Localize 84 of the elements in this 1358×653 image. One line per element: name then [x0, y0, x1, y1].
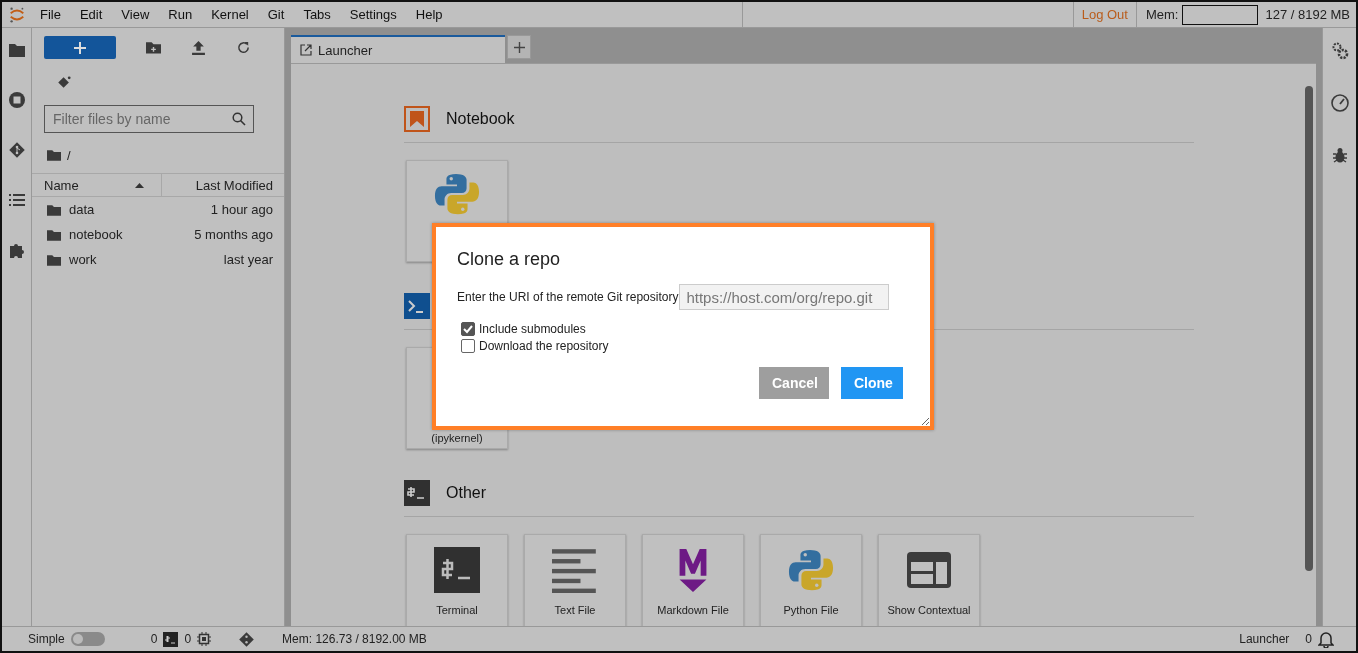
menu-item[interactable]: Run	[168, 7, 193, 22]
file-name[interactable]: notebook	[69, 227, 187, 242]
name-column-header[interactable]: Name	[32, 174, 162, 196]
notification-count: 0	[1305, 632, 1312, 646]
section-title: Notebook	[446, 110, 515, 128]
resize-grip-icon[interactable]	[921, 417, 929, 425]
launcher-card[interactable]: Text File	[524, 534, 626, 626]
launcher-card[interactable]: Terminal	[406, 534, 508, 626]
activity-label: Launcher	[1239, 632, 1290, 646]
terminal-count: 0	[184, 632, 192, 646]
menu-item[interactable]: Git	[267, 7, 285, 22]
scrollbar-thumb[interactable]	[1305, 86, 1313, 571]
dialog-title: Clone a repo	[457, 249, 562, 270]
modified-time: 5 months ago	[194, 227, 273, 242]
folder-icon	[47, 228, 61, 241]
launcher-card[interactable]: Python File	[760, 534, 862, 626]
memory-status: Mem: 126.73 / 8192.00 MB	[282, 632, 427, 646]
logo-icon	[8, 5, 26, 24]
launcher-card[interactable]: Markdown File	[642, 534, 744, 626]
folder-icon[interactable]	[8, 42, 25, 58]
uri-field[interactable]: https://host.com/org/repo.git	[679, 284, 890, 310]
add-tab-button[interactable]	[507, 35, 531, 59]
menu-item[interactable]: Tabs	[303, 7, 331, 22]
terminal-icon	[404, 480, 430, 506]
card-label: Markdown File	[657, 604, 729, 616]
simple-mode-toggle[interactable]	[70, 632, 105, 646]
card-label: Text File	[554, 604, 596, 616]
checkbox[interactable]	[461, 339, 475, 353]
menu-item[interactable]: View	[121, 7, 150, 22]
card-label: Terminal	[436, 604, 478, 616]
refresh-icon[interactable]	[236, 40, 251, 55]
modified-time: 1 hour ago	[210, 202, 273, 217]
plus-icon	[513, 41, 525, 53]
menu-item[interactable]: Edit	[79, 7, 103, 22]
menu-item[interactable]: File	[40, 7, 61, 22]
bookmark-icon	[404, 106, 430, 132]
memory-value: 127 / 8192 MB	[1265, 7, 1350, 22]
folder-icon	[47, 203, 61, 216]
sort-caret-icon	[135, 182, 144, 188]
git-clone-icon[interactable]	[57, 75, 72, 90]
modified-time: last year	[223, 252, 273, 267]
menu-item[interactable]: Kernel	[211, 7, 249, 22]
terminal-icon	[163, 631, 179, 647]
launcher-tab[interactable]: Launcher	[291, 35, 505, 63]
upload-icon[interactable]	[191, 40, 206, 55]
checkbox[interactable]	[461, 322, 475, 336]
checkbox-label[interactable]: Download the repository	[479, 339, 609, 353]
checkbox-label[interactable]: Include submodules	[479, 322, 586, 336]
folder-icon	[47, 253, 61, 266]
new-folder-icon[interactable]	[146, 40, 161, 55]
card-label: Show Contextual	[887, 604, 971, 616]
text-lines-icon	[552, 547, 598, 593]
card-label: Python File	[783, 604, 839, 616]
gauge-icon[interactable]	[1330, 94, 1349, 112]
kernel-count: 0	[150, 632, 158, 646]
mode-label: Simple	[28, 632, 65, 646]
search-icon	[232, 112, 246, 126]
uri-prompt: Enter the URI of the remote Git repository	[457, 290, 679, 304]
console-icon	[404, 293, 430, 319]
python-icon	[788, 547, 834, 593]
section-title: Other	[446, 484, 486, 502]
folder-icon	[47, 149, 61, 161]
bell-icon[interactable]	[1318, 630, 1334, 648]
file-name[interactable]: work	[69, 252, 216, 267]
puzzle-icon[interactable]	[8, 242, 25, 258]
external-link-icon	[300, 44, 312, 56]
plus-icon	[74, 41, 86, 54]
last-modified-column-header[interactable]: Last Modified	[162, 177, 284, 193]
filter-field[interactable]: Filter files by name	[44, 105, 254, 133]
stop-icon[interactable]	[8, 92, 25, 108]
terminal-icon	[434, 547, 480, 593]
python-icon	[434, 171, 480, 217]
launcher-card[interactable]: Show Contextual	[878, 534, 980, 626]
new-launcher-button[interactable]	[44, 36, 116, 59]
memory-label: Mem:	[1145, 7, 1179, 22]
list-icon[interactable]	[8, 192, 25, 208]
gears-icon[interactable]	[1330, 42, 1349, 60]
bug-icon[interactable]	[1330, 146, 1349, 164]
chip-icon	[197, 632, 212, 646]
menu-item[interactable]: Help	[415, 7, 443, 22]
file-name[interactable]: data	[69, 202, 203, 217]
path-text[interactable]: /	[67, 147, 71, 163]
card-label: (ipykernel)	[431, 432, 483, 444]
menu-item[interactable]: Settings	[349, 7, 397, 22]
